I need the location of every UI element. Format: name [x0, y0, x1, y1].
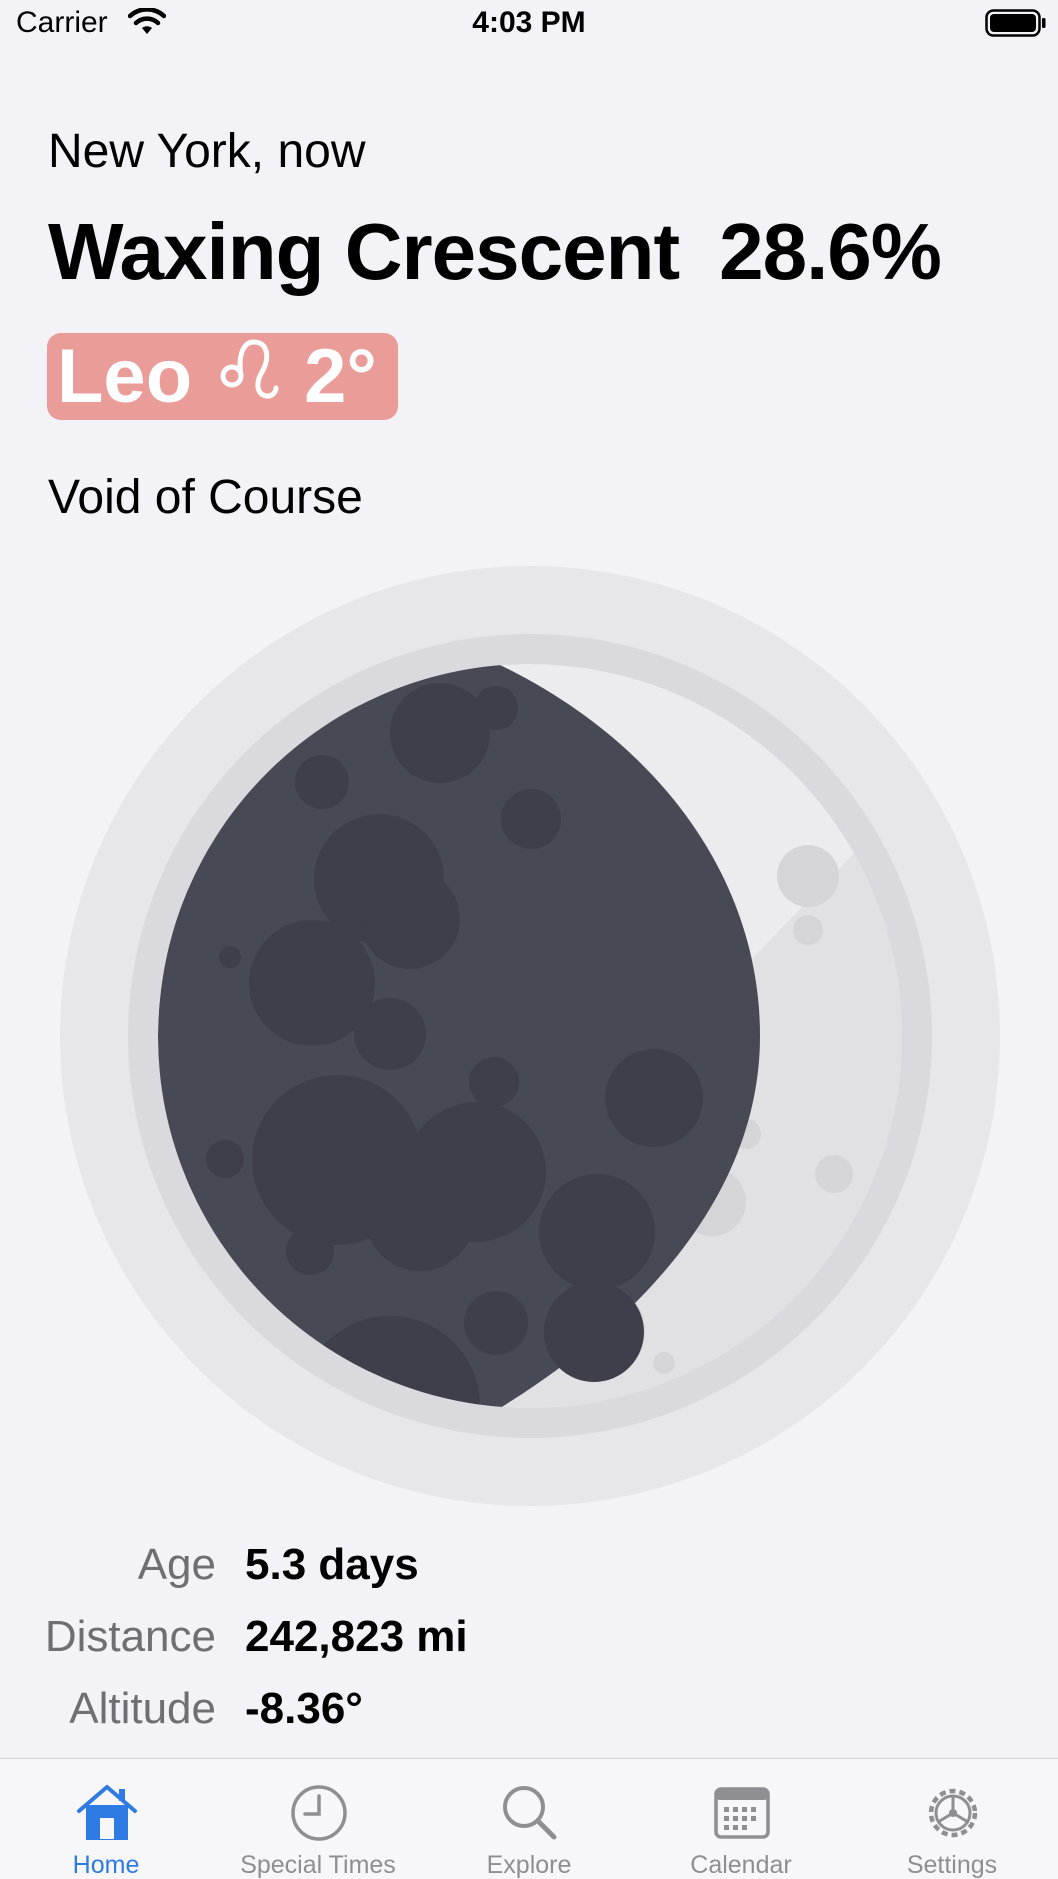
moon-crater	[777, 845, 839, 907]
calendar-icon	[714, 1787, 770, 1839]
zodiac-badge[interactable]: Leo 2°	[47, 333, 398, 420]
stat-value-distance: 242,823 mi	[245, 1612, 468, 1661]
tab-label-special-times: Special Times	[240, 1851, 396, 1879]
stat-label-altitude: Altitude	[69, 1684, 216, 1733]
stat-label-age: Age	[137, 1540, 216, 1589]
gear-icon	[928, 1788, 978, 1838]
tab-special-times[interactable]: Special Times	[212, 1759, 424, 1879]
tab-home[interactable]: Home	[0, 1759, 212, 1879]
stat-row-altitude: Altitude -8.36°	[0, 1684, 1058, 1744]
status-bar: Carrier 4:03 PM	[0, 0, 1058, 48]
stat-label-distance: Distance	[44, 1612, 216, 1661]
tab-label-settings: Settings	[906, 1851, 998, 1879]
stat-value-altitude: -8.36°	[245, 1684, 363, 1733]
moon-crater	[653, 1352, 675, 1374]
stat-value-age: 5.3 days	[245, 1540, 419, 1589]
illumination-percent: 28.6%	[719, 207, 942, 296]
tab-settings[interactable]: Settings	[846, 1759, 1058, 1879]
location-label: New York, now	[48, 125, 366, 178]
leo-icon	[218, 336, 280, 417]
tab-label-explore: Explore	[486, 1851, 572, 1879]
magnifier-icon	[503, 1786, 557, 1840]
tab-calendar[interactable]: Calendar	[635, 1759, 847, 1879]
zodiac-degree: 2°	[304, 334, 377, 419]
stat-row-age: Age 5.3 days	[0, 1540, 1058, 1600]
moon-illustration	[60, 566, 1000, 1506]
clock-icon	[291, 1785, 347, 1841]
stat-row-distance: Distance 242,823 mi	[0, 1612, 1058, 1672]
tab-label-calendar: Calendar	[690, 1851, 792, 1879]
zodiac-sign: Leo	[57, 334, 193, 419]
tab-explore[interactable]: Explore	[423, 1759, 635, 1879]
tab-bar: Home Special Times Explore Calendar Sett…	[0, 1758, 1058, 1879]
clock: 4:03 PM	[472, 6, 586, 39]
moon-crater	[815, 1155, 853, 1193]
moon-crater	[793, 915, 823, 945]
house-icon	[77, 1785, 137, 1840]
moon-phase-heading: Waxing Crescent 28.6%	[48, 206, 942, 298]
battery-icon	[985, 9, 1047, 42]
void-of-course-label: Void of Course	[48, 471, 363, 524]
phase-name: Waxing Crescent	[48, 207, 680, 296]
tab-label-home: Home	[72, 1851, 140, 1879]
